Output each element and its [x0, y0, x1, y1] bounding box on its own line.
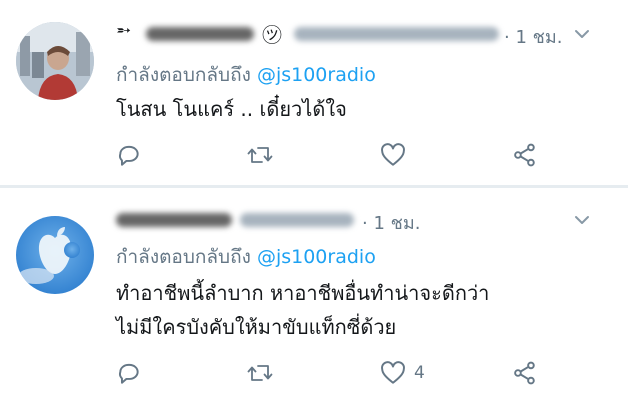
reply-context: กำลังตอบกลับถึง @js100radio [116, 242, 376, 272]
like-button[interactable]: 4 [380, 358, 425, 388]
avatar-photo [16, 216, 94, 294]
display-name-blurred[interactable] [116, 213, 232, 227]
action-bar: 4 [116, 358, 556, 388]
avatar[interactable] [16, 216, 94, 294]
tweet-header: · 1 ชม. [116, 206, 606, 234]
reply-prefix: กำลังตอบกลับถึง [116, 64, 251, 86]
tweet-2[interactable]: · 1 ชม. กำลังตอบกลับถึง @js100radio ทำอา… [0, 188, 628, 407]
share-icon [514, 143, 535, 167]
share-icon [514, 361, 535, 385]
chevron-down-icon[interactable] [574, 24, 590, 45]
reply-icon [119, 145, 139, 166]
chevron-down-icon[interactable] [574, 210, 590, 231]
reply-context: กำลังตอบกลับถึง @js100radio [116, 60, 376, 90]
avatar[interactable] [16, 22, 94, 100]
share-button[interactable] [512, 358, 538, 388]
display-name-blurred[interactable] [146, 27, 254, 41]
timestamp[interactable]: · 1 ชม. [504, 22, 562, 51]
reply-prefix: กำลังตอบกลับถึง [116, 246, 251, 268]
share-button[interactable] [512, 140, 538, 170]
arrow-icon: ➵ [116, 20, 132, 41]
tweet-text: โนสน โนแคร์ .. เดี๋ยวได้ใจ [116, 92, 347, 126]
reply-icon [119, 363, 139, 384]
username-blurred[interactable] [240, 213, 354, 227]
like-button[interactable] [380, 140, 414, 170]
like-icon [381, 361, 405, 384]
like-icon [381, 143, 405, 166]
tweet-text: ทำอาชีพนี้ลำบาก หาอาชีพอื่นทำน่าจะดีกว่า… [116, 276, 489, 344]
retweet-button[interactable] [246, 358, 274, 388]
avatar-photo [16, 22, 94, 100]
username-blurred[interactable] [294, 27, 499, 41]
mention-link[interactable]: @js100radio [257, 64, 376, 86]
retweet-icon [247, 147, 273, 163]
mention-link[interactable]: @js100radio [257, 246, 376, 268]
reply-button[interactable] [116, 140, 142, 170]
like-count: 4 [414, 363, 425, 383]
retweet-icon [247, 365, 273, 381]
timestamp[interactable]: · 1 ชม. [362, 208, 420, 237]
retweet-button[interactable] [246, 140, 274, 170]
tweet-text-line: โนสน โนแคร์ .. เดี๋ยวได้ใจ [116, 97, 347, 121]
action-bar [116, 140, 556, 170]
tweet-header: ➵ ㋡ · 1 ชม. [116, 20, 606, 48]
tweet-text-line: ทำอาชีพนี้ลำบาก หาอาชีพอื่นทำน่าจะดีกว่า [116, 281, 490, 305]
emoji-icon: ㋡ [262, 23, 282, 47]
tweet-text-line: ไม่มีใครบังคับให้มาขับแท็กซี่ด้วย [116, 315, 397, 339]
reply-button[interactable] [116, 358, 142, 388]
tweet-1[interactable]: ➵ ㋡ · 1 ชม. กำลังตอบกลับถึง @js100radio … [0, 0, 628, 186]
